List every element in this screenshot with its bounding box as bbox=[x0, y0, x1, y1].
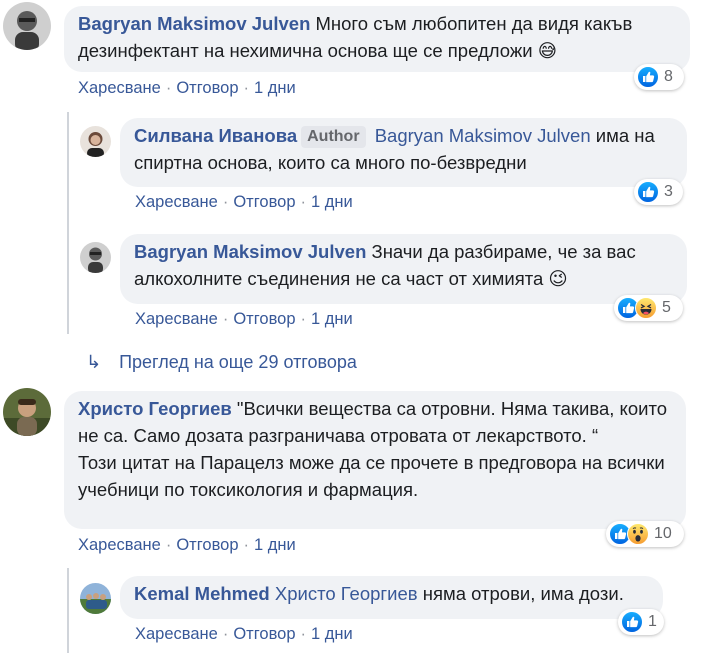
reaction-count: 5 bbox=[662, 299, 671, 316]
reaction-count: 1 bbox=[648, 613, 657, 630]
reply-link[interactable]: Отговор bbox=[233, 625, 295, 643]
reply-link[interactable]: Отговор bbox=[233, 193, 295, 211]
timestamp[interactable]: 1 дни bbox=[311, 310, 353, 328]
separator: · bbox=[165, 536, 172, 554]
timestamp[interactable]: 1 дни bbox=[311, 193, 353, 211]
reaction-count: 10 bbox=[654, 525, 672, 542]
comment-actions: Харесване · Отговор · 1 дни bbox=[78, 79, 296, 98]
view-more-replies[interactable]: ↳ Преглед на още 29 отговора bbox=[86, 352, 357, 373]
comment-bubble: Bagryan Maksimov Julven Много съм любопи… bbox=[64, 6, 690, 72]
separator: · bbox=[243, 536, 250, 554]
reply-link[interactable]: Отговор bbox=[176, 536, 238, 554]
separator: · bbox=[243, 79, 250, 97]
reaction-summary[interactable]: 5 bbox=[614, 295, 683, 321]
comment-bubble: Христо Георгиев "Всички вещества са отро… bbox=[64, 391, 686, 529]
comment-text: няма отрови, има дози. bbox=[422, 583, 624, 604]
avatar-bagryan[interactable] bbox=[3, 2, 51, 50]
comment-author[interactable]: Силвана Иванова bbox=[134, 125, 297, 146]
reaction-summary[interactable]: 8 bbox=[634, 64, 684, 90]
thread-line bbox=[67, 112, 69, 334]
comment-text-line2: Този цитат на Парацелз може да се прочет… bbox=[78, 452, 665, 500]
reply-link[interactable]: Отговор bbox=[176, 79, 238, 97]
comment-author[interactable]: Kemal Mehmed bbox=[134, 583, 270, 604]
avatar-silvana[interactable] bbox=[80, 126, 111, 157]
reaction-summary[interactable]: 10 bbox=[606, 521, 684, 547]
avatar-kemal[interactable] bbox=[80, 583, 111, 614]
comment-bubble: Kemal Mehmed Христо Георгиев няма отрови… bbox=[120, 576, 663, 619]
timestamp[interactable]: 1 дни bbox=[254, 536, 296, 554]
like-link[interactable]: Харесване bbox=[135, 193, 218, 211]
comment-bubble: Bagryan Maksimov Julven Значи да разбира… bbox=[120, 234, 687, 304]
separator: · bbox=[165, 79, 172, 97]
like-icon bbox=[621, 611, 643, 633]
mention-link[interactable]: Bagryan Maksimov Julven bbox=[375, 125, 591, 146]
avatar-bagryan[interactable] bbox=[80, 242, 111, 273]
haha-icon bbox=[635, 297, 657, 319]
separator: · bbox=[300, 193, 307, 211]
like-icon bbox=[637, 66, 659, 88]
thread-line bbox=[67, 568, 69, 653]
wow-icon bbox=[627, 523, 649, 545]
comment-actions: Харесване · Отговор · 1 дни bbox=[78, 536, 296, 555]
like-icon bbox=[637, 181, 659, 203]
separator: · bbox=[222, 193, 229, 211]
like-link[interactable]: Харесване bbox=[78, 536, 161, 554]
avatar-hristo[interactable] bbox=[3, 388, 51, 436]
comment-bubble: Силвана Иванова Author Bagryan Maksimov J… bbox=[120, 118, 687, 187]
reaction-summary[interactable]: 1 bbox=[618, 609, 664, 635]
reaction-count: 3 bbox=[664, 183, 673, 200]
mention-link[interactable]: Христо Георгиев bbox=[275, 583, 418, 604]
comment-actions: Харесване · Отговор · 1 дни bbox=[135, 625, 353, 644]
reply-link[interactable]: Отговор bbox=[233, 310, 295, 328]
like-link[interactable]: Харесване bbox=[78, 79, 161, 97]
separator: · bbox=[222, 625, 229, 643]
comment-actions: Харесване · Отговор · 1 дни bbox=[135, 193, 353, 212]
timestamp[interactable]: 1 дни bbox=[254, 79, 296, 97]
separator: · bbox=[300, 625, 307, 643]
separator: · bbox=[300, 310, 307, 328]
author-badge: Author bbox=[301, 126, 366, 148]
comment-author[interactable]: Христо Георгиев bbox=[78, 398, 232, 419]
separator: · bbox=[222, 310, 229, 328]
like-link[interactable]: Харесване bbox=[135, 625, 218, 643]
view-more-label: Преглед на още 29 отговора bbox=[119, 352, 357, 372]
reaction-summary[interactable]: 3 bbox=[634, 179, 683, 205]
comment-author[interactable]: Bagryan Maksimov Julven bbox=[134, 241, 366, 262]
reply-arrow-icon: ↳ bbox=[86, 352, 102, 372]
like-link[interactable]: Харесване bbox=[135, 310, 218, 328]
timestamp[interactable]: 1 дни bbox=[311, 625, 353, 643]
comment-actions: Харесване · Отговор · 1 дни bbox=[135, 310, 353, 329]
reaction-count: 8 bbox=[664, 68, 673, 85]
comment-author[interactable]: Bagryan Maksimov Julven bbox=[78, 13, 310, 34]
